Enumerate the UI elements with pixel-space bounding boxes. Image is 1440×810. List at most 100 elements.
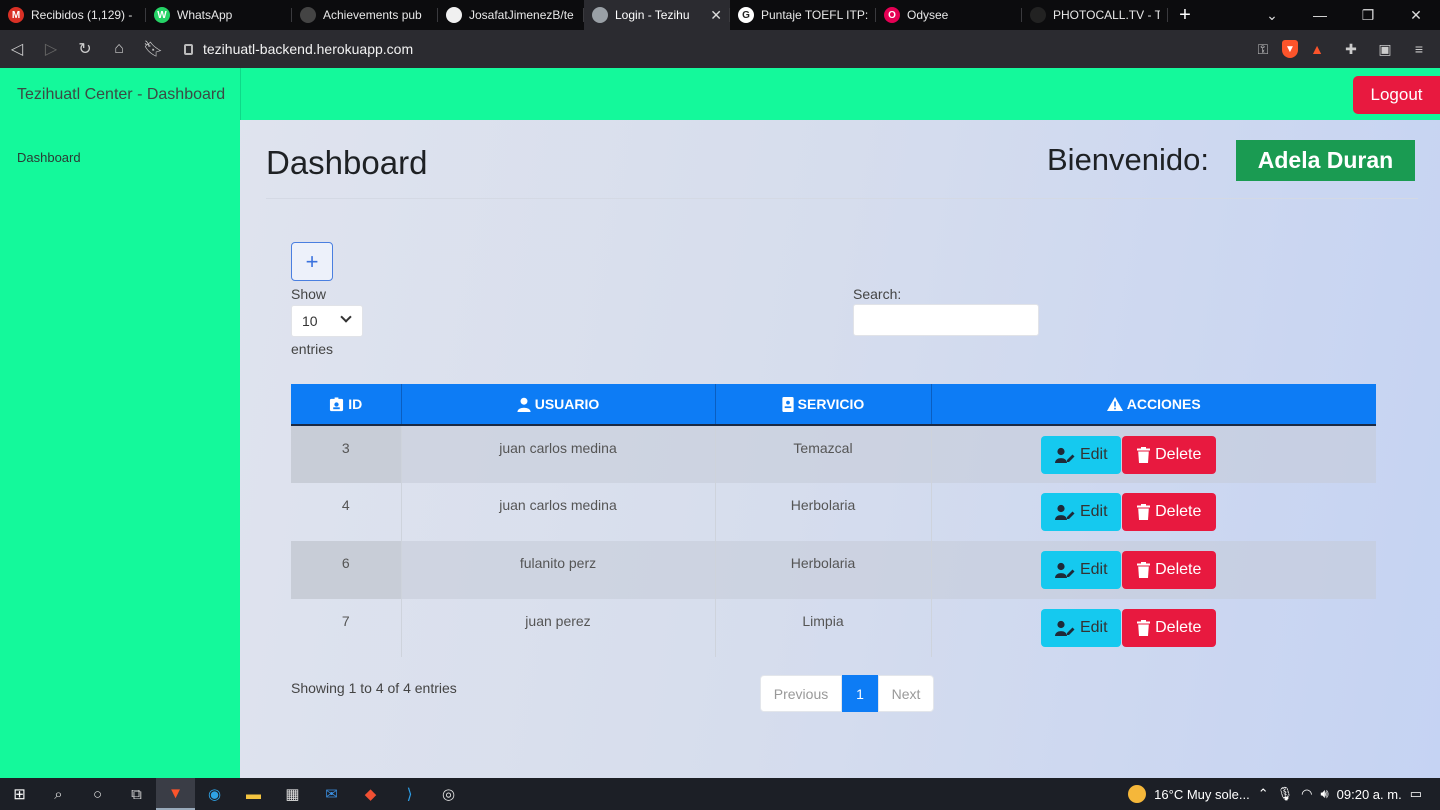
maximize-button[interactable]: ❐	[1344, 0, 1392, 30]
search-input[interactable]	[853, 304, 1039, 336]
photocall-icon	[1030, 7, 1046, 23]
column-header-id[interactable]: ID	[291, 384, 402, 426]
browser-tab[interactable]: M Recibidos (1,129) -	[0, 0, 146, 30]
git-icon[interactable]: ◆	[351, 778, 390, 810]
edit-button[interactable]: Edit	[1041, 551, 1122, 589]
sidebar-item-dashboard[interactable]: Dashboard	[17, 150, 81, 165]
browser-tab[interactable]: Login - Tezihu ✕	[584, 0, 730, 30]
key-icon[interactable]: ⚿	[1248, 34, 1278, 64]
brave-browser-icon[interactable]: ▼	[156, 778, 195, 810]
reload-button[interactable]: ↻	[68, 30, 102, 68]
browser-tab-bar: M Recibidos (1,129) - W WhatsApp Achievement…	[0, 0, 1440, 30]
delete-label: Delete	[1155, 445, 1202, 463]
store-icon[interactable]: ▦	[273, 778, 312, 810]
forward-button[interactable]: ▷	[34, 30, 68, 68]
trash-icon	[1137, 446, 1151, 463]
extensions-icon[interactable]: ✚	[1336, 34, 1366, 64]
user-edit-icon	[1054, 447, 1075, 463]
system-tray: 16°C Muy sole... ⌃ 🎙︎ ◠ 🔊︎ 09:20 a. m. ▭	[1128, 778, 1440, 810]
table-body: 3 juan carlos medina Temazcal Edit Delete 4 ju…	[291, 425, 1376, 657]
sidebar: Dashboard	[0, 120, 240, 778]
clock[interactable]: 09:20 a. m.	[1337, 787, 1402, 802]
table-row: 6 fulanito perz Herbolaria Edit Delete	[291, 541, 1376, 599]
brand-title[interactable]: Tezihuatl Center - Dashboard	[17, 86, 225, 104]
column-label: USUARIO	[534, 396, 600, 412]
edge-icon[interactable]: ◉	[195, 778, 234, 810]
column-header-servicio[interactable]: SERVICIO	[715, 384, 932, 426]
welcome-label: Bienvenido:	[1047, 142, 1210, 177]
web-page: Tezihuatl Center - Dashboard Logout Dash…	[0, 68, 1440, 778]
trash-icon	[1137, 620, 1151, 636]
cortana-icon[interactable]: ○	[78, 778, 117, 810]
cell-servicio: Temazcal	[715, 425, 932, 483]
page-1-button[interactable]: 1	[842, 675, 878, 712]
file-explorer-icon[interactable]: ▬	[234, 778, 273, 810]
records-table: ID USUARIO SERVICIO ACCIONES 3 juan carl…	[291, 384, 1376, 657]
table-row: 7 juan perez Limpia Edit Delete	[291, 599, 1376, 657]
lock-icon	[184, 43, 193, 55]
windows-start-icon[interactable]: ⊞	[0, 778, 39, 810]
new-tab-button[interactable]: +	[1168, 0, 1202, 30]
close-tab-icon[interactable]: ✕	[710, 7, 722, 24]
browser-tab[interactable]: Achievements pub	[292, 0, 438, 30]
weather-text[interactable]: 16°C Muy sole...	[1154, 787, 1250, 802]
cell-servicio: Herbolaria	[715, 483, 932, 541]
browser-tab[interactable]: PHOTOCALL.TV - T	[1022, 0, 1168, 30]
minimize-button[interactable]: —	[1296, 0, 1344, 30]
home-button[interactable]: ⌂	[102, 30, 136, 68]
wifi-icon[interactable]: ◠	[1301, 786, 1312, 802]
user-icon	[517, 397, 531, 412]
address-bar[interactable]: tezihuatl-backend.herokuapp.com	[184, 35, 1244, 63]
bookmark-icon[interactable]: 🔖︎	[136, 30, 170, 68]
table-row: 4 juan carlos medina Herbolaria Edit Delete	[291, 483, 1376, 541]
close-window-button[interactable]: ✕	[1392, 0, 1440, 30]
tab-title: Recibidos (1,129) -	[31, 8, 133, 22]
globe-icon	[592, 7, 608, 23]
cell-id: 7	[291, 599, 402, 657]
search-icon[interactable]: ⌕	[39, 778, 78, 810]
user-edit-icon	[1054, 562, 1075, 578]
cell-acciones: Edit Delete	[931, 425, 1376, 483]
browser-tab[interactable]: W WhatsApp	[146, 0, 292, 30]
menu-icon[interactable]: ≡	[1404, 34, 1434, 64]
edit-button[interactable]: Edit	[1041, 435, 1122, 474]
tab-search-chevron-icon[interactable]: ⌄	[1248, 0, 1296, 30]
user-edit-icon	[1054, 620, 1075, 636]
next-page-button[interactable]: Next	[878, 675, 934, 712]
edit-button[interactable]: Edit	[1041, 493, 1122, 531]
brave-rewards-icon[interactable]: ▲	[1302, 34, 1332, 64]
delete-button[interactable]: Delete	[1122, 609, 1217, 647]
add-record-button[interactable]: +	[291, 242, 333, 281]
tab-title: PHOTOCALL.TV - T	[1053, 8, 1160, 22]
browser-tab[interactable]: G Puntaje TOEFL ITP:	[730, 0, 876, 30]
microphone-icon[interactable]: 🎙︎	[1277, 786, 1294, 802]
notifications-icon[interactable]: ▭	[1410, 786, 1422, 802]
chevron-up-icon[interactable]: ⌃	[1258, 786, 1269, 802]
previous-page-button[interactable]: Previous	[760, 675, 842, 712]
wallet-icon[interactable]: ▣	[1370, 34, 1400, 64]
page-length-select[interactable]: 10	[291, 305, 363, 337]
show-label: Show	[291, 286, 327, 302]
delete-button[interactable]: Delete	[1122, 493, 1217, 531]
chrome-icon[interactable]: ◎	[429, 778, 468, 810]
browser-tab[interactable]: O Odysee	[876, 0, 1022, 30]
vscode-icon[interactable]: ⟩	[390, 778, 429, 810]
column-header-acciones[interactable]: ACCIONES	[931, 384, 1376, 426]
cell-usuario: juan carlos medina	[401, 425, 716, 483]
edit-button[interactable]: Edit	[1041, 609, 1122, 647]
mail-icon[interactable]: ✉	[312, 778, 351, 810]
edit-label: Edit	[1079, 503, 1108, 520]
delete-button[interactable]: Delete	[1122, 435, 1217, 474]
tab-title: Puntaje TOEFL ITP:	[761, 8, 868, 22]
row-actions: Edit Delete	[932, 609, 1377, 647]
trash-icon	[1137, 504, 1151, 520]
volume-icon[interactable]: 🔊︎	[1320, 786, 1328, 802]
logout-button[interactable]: Logout	[1353, 76, 1440, 114]
delete-button[interactable]: Delete	[1122, 551, 1217, 589]
column-header-usuario[interactable]: USUARIO	[401, 384, 716, 426]
task-view-icon[interactable]: ⧉	[117, 778, 156, 810]
back-button[interactable]: ◁	[0, 30, 34, 68]
brave-shield-icon[interactable]: ▼	[1282, 40, 1298, 58]
browser-tab[interactable]: JosafatJimenezB/te	[438, 0, 584, 30]
tab-list: M Recibidos (1,129) - W WhatsApp Achievement…	[0, 0, 1168, 30]
